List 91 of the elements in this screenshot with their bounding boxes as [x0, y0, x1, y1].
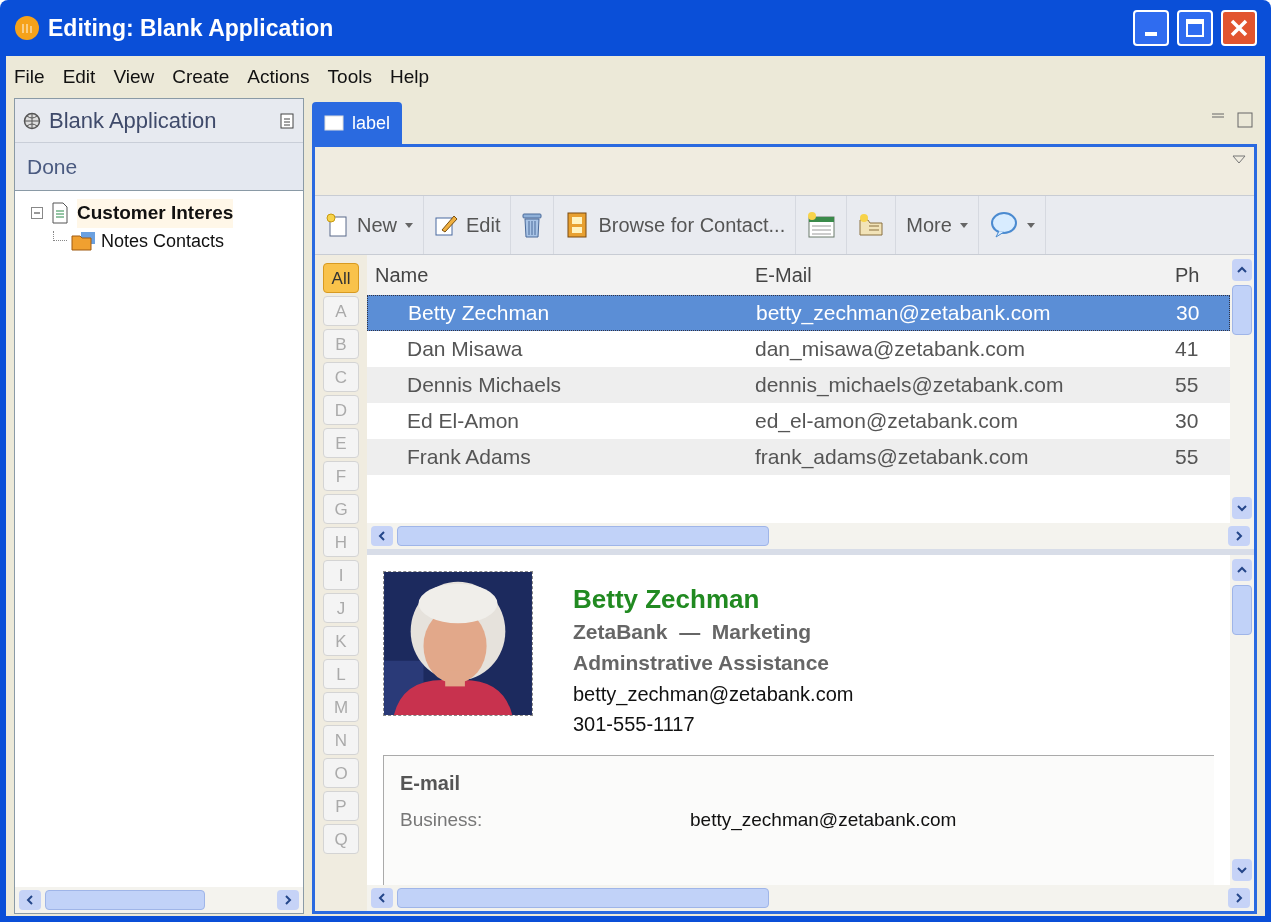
table-cell-text: ed_el-amon@zetabank.com: [754, 408, 1019, 435]
menu-item[interactable]: Edit: [62, 62, 96, 92]
column-header[interactable]: Ph: [1167, 260, 1207, 290]
menu-item[interactable]: View: [113, 62, 155, 92]
edit-button[interactable]: Edit: [424, 196, 512, 254]
scroll-thumb[interactable]: [1232, 285, 1252, 335]
maximize-icon: [1237, 112, 1253, 128]
browse-button[interactable]: Browse for Contact...: [554, 196, 797, 254]
minimize-icon: [1211, 112, 1225, 120]
folder-icon: [71, 231, 97, 251]
new-button[interactable]: New: [315, 196, 424, 254]
table-cell-text: 30: [1174, 408, 1200, 435]
vertical-scrollbar[interactable]: [1230, 555, 1254, 885]
table-cell-text: Betty Zechman: [407, 300, 551, 327]
scroll-right-button[interactable]: [1228, 526, 1250, 546]
folder-icon: [857, 212, 886, 238]
table-cell-text: dennis_michaels@zetabank.com: [754, 372, 1065, 399]
job-title: Adminstrative Assistance: [573, 650, 830, 676]
horizontal-scrollbar[interactable]: [367, 523, 1254, 549]
window-icon: [324, 115, 344, 131]
contact-name: Betty Zechman: [573, 583, 761, 616]
table-cell-text: 55: [1174, 372, 1200, 399]
tab[interactable]: label: [312, 102, 403, 144]
trash-icon: [521, 211, 544, 239]
menu-item[interactable]: File: [14, 62, 45, 92]
globe-icon: [23, 111, 41, 130]
table-cell-text: 55: [1174, 444, 1200, 471]
panel-title: Blank Application: [49, 107, 217, 135]
scroll-thumb[interactable]: [397, 888, 770, 908]
minimize-icon: [1145, 32, 1157, 36]
dropdown-arrow-icon[interactable]: [1232, 155, 1246, 164]
scroll-right-button[interactable]: [277, 890, 299, 910]
minimize-button[interactable]: [1133, 10, 1169, 46]
company-text: ZetaBank — Marketing: [573, 618, 813, 645]
new-document-icon: [325, 212, 349, 238]
table-cell-text: Frank Adams: [406, 444, 532, 471]
status-text[interactable]: Done: [27, 150, 78, 183]
speech-bubble-icon: [988, 211, 1019, 239]
caret-icon: [405, 222, 413, 228]
menu-item[interactable]: Actions: [247, 62, 310, 92]
scroll-left-button[interactable]: [19, 890, 41, 910]
table-cell-text: betty_zechman@zetabank.com: [755, 300, 1052, 327]
document-icon: [51, 202, 69, 225]
horizontal-scrollbar[interactable]: [367, 885, 1254, 911]
column-header[interactable]: E-Mail: [747, 260, 1167, 290]
close-icon: [1230, 19, 1248, 37]
table-cell-text: Dan Misawa: [406, 336, 524, 363]
window-title: Editing: Blank Application: [48, 13, 334, 43]
scroll-thumb[interactable]: [397, 526, 770, 546]
phone-text: 301-555-1117: [573, 711, 696, 737]
table-cell-text: Dennis Michaels: [406, 372, 563, 399]
email-text: betty_zechman@zetabank.com: [573, 681, 854, 708]
scroll-left-button[interactable]: [371, 526, 393, 546]
letter-filter[interactable]: All: [323, 263, 359, 293]
table-cell-text: frank_adams@zetabank.com: [754, 444, 1030, 471]
scroll-down-button[interactable]: [1232, 859, 1252, 881]
scroll-up-button[interactable]: [1232, 559, 1252, 581]
maximize-icon: [1186, 19, 1204, 37]
table-row[interactable]: Betty Zechman betty_zechman@zetabank.com 30: [367, 295, 1230, 331]
table-row[interactable]: Dennis Michaels dennis_michaels@zetabank.com 55: [367, 367, 1230, 403]
menu-item[interactable]: Help: [389, 62, 429, 92]
scroll-thumb[interactable]: [45, 890, 205, 910]
vertical-scrollbar[interactable]: [1230, 255, 1254, 523]
scroll-left-button[interactable]: [371, 888, 393, 908]
scroll-down-button[interactable]: [1232, 497, 1252, 519]
table-row[interactable]: Frank Adams frank_adams@zetabank.com 55: [367, 439, 1230, 475]
calendar-icon: [806, 211, 837, 239]
menu-item[interactable]: Create: [172, 62, 230, 92]
table-cell-text: 30: [1175, 300, 1201, 327]
app-logo-icon: [14, 15, 40, 41]
table-cell-text: 41: [1174, 336, 1200, 363]
scroll-right-button[interactable]: [1228, 888, 1250, 908]
table-cell-text: Ed El-Amon: [406, 408, 521, 435]
pencil-icon: [434, 213, 458, 237]
more-button[interactable]: More: [896, 196, 979, 254]
tree-item[interactable]: Notes Contacts: [101, 227, 225, 255]
scroll-up-button[interactable]: [1232, 259, 1252, 281]
close-button[interactable]: [1221, 10, 1257, 46]
scroll-thumb[interactable]: [1232, 585, 1252, 635]
caret-icon: [1026, 222, 1035, 228]
horizontal-scrollbar[interactable]: [15, 887, 303, 913]
table-cell-text: dan_misawa@zetabank.com: [754, 336, 1026, 363]
panel-menu-icon: [279, 111, 295, 130]
field-value: betty_zechman@zetabank.com: [690, 807, 957, 833]
menu-item[interactable]: Tools: [327, 62, 372, 92]
field-label: Business:: [400, 807, 484, 832]
column-header[interactable]: Name: [367, 260, 747, 290]
tree-item[interactable]: Customer Interes: [77, 199, 234, 228]
maximize-button[interactable]: [1177, 10, 1213, 46]
caret-icon: [959, 222, 968, 228]
section-title: E-mail: [400, 770, 462, 796]
